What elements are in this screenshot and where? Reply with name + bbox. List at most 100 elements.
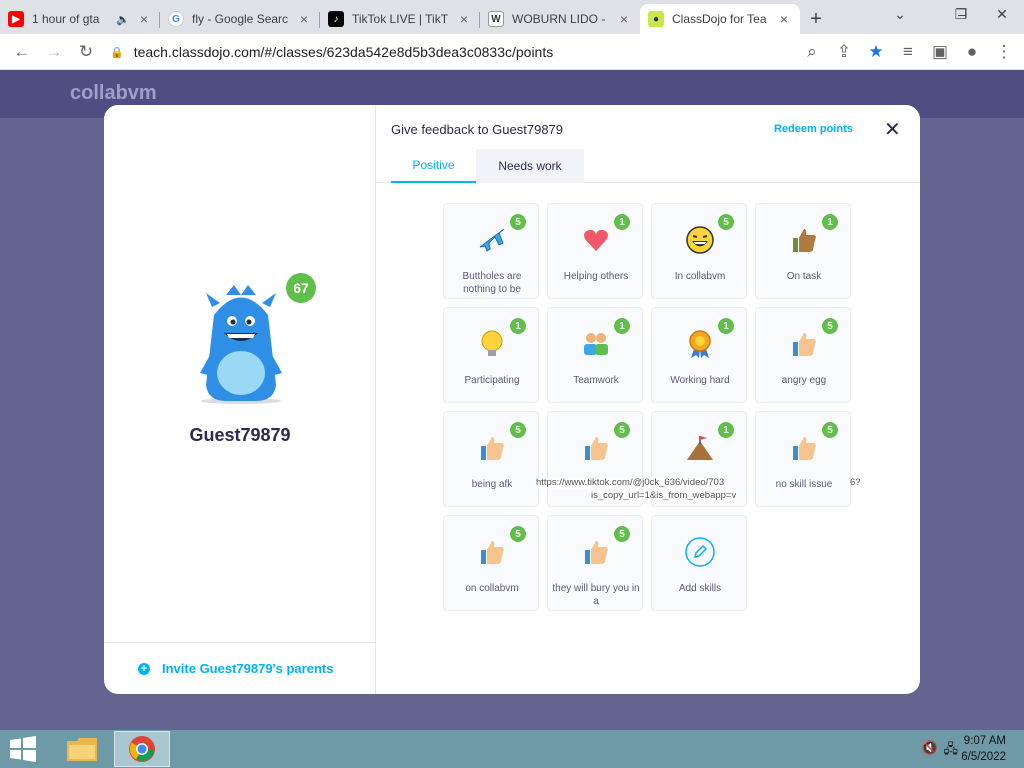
mountain-flag-icon xyxy=(684,432,716,464)
restore-icon[interactable]: ❐ xyxy=(946,0,976,28)
skill-tile[interactable]: 5 they will bury you in a xyxy=(547,515,643,611)
close-icon[interactable]: × xyxy=(776,11,792,27)
skill-label: Participating xyxy=(464,375,520,386)
browser-tab-1[interactable]: G fly - Google Searc × xyxy=(160,4,320,34)
pencil-icon xyxy=(684,536,716,568)
skill-points-badge: 5 xyxy=(612,524,632,544)
forward-icon[interactable]: → xyxy=(38,36,70,68)
side-panel-icon[interactable]: ▣ xyxy=(924,36,956,68)
close-icon[interactable]: × xyxy=(296,11,312,27)
skill-label: In collabvm xyxy=(674,271,726,282)
redeem-points-link[interactable]: Redeem points xyxy=(774,123,853,135)
tab-title: TikTok LIVE | TikT xyxy=(352,12,449,26)
thumbs-up-icon xyxy=(788,224,820,256)
browser-tab-0[interactable]: ▶ 1 hour of gta 🔈 × xyxy=(0,4,160,34)
skill-points-badge: 5 xyxy=(820,316,840,336)
skill-tile[interactable]: 1 Helping others xyxy=(547,203,643,299)
tab-title: ClassDojo for Tea xyxy=(672,12,767,26)
tab-title: WOBURN LIDO - xyxy=(512,12,606,26)
skill-label: angry egg xyxy=(781,375,827,386)
tab-strip: ▶ 1 hour of gta 🔈 × G fly - Google Searc… xyxy=(0,0,1024,34)
tiktok-icon: ♪ xyxy=(328,11,344,27)
airplane-icon xyxy=(476,224,508,256)
browser-tab-4[interactable]: ● ClassDojo for Tea × xyxy=(640,4,800,34)
close-icon[interactable]: × xyxy=(456,11,472,27)
tab-positive[interactable]: Positive xyxy=(391,149,476,183)
profile-icon[interactable]: ● xyxy=(956,36,988,68)
lock-icon: 🔒 xyxy=(110,46,124,59)
chrome-icon[interactable] xyxy=(114,731,170,767)
tab-title: 1 hour of gta xyxy=(32,12,100,26)
share-icon[interactable]: ⇪ xyxy=(828,36,860,68)
skill-points-badge: 1 xyxy=(612,316,632,336)
skill-points-badge: 5 xyxy=(508,524,528,544)
close-icon[interactable]: × xyxy=(136,11,152,27)
monster-avatar xyxy=(196,285,286,405)
system-clock[interactable]: 9:07 AM 6/5/2022 xyxy=(961,733,1006,765)
clock-date: 6/5/2022 xyxy=(961,751,1006,763)
skill-points-badge: 1 xyxy=(508,316,528,336)
skill-label-overflow: https://www.tiktok.com/@j0ck_636/video/7… xyxy=(536,477,725,489)
heart-icon xyxy=(580,224,612,256)
medal-icon xyxy=(684,328,716,360)
skill-points-badge: 5 xyxy=(716,212,736,232)
student-points-badge: 67 xyxy=(286,273,316,303)
skill-tile[interactable]: 5 In collabvm xyxy=(651,203,747,299)
app-logo: collabvm xyxy=(70,82,157,104)
skill-label: being afk xyxy=(471,479,513,490)
reload-icon[interactable]: ↻ xyxy=(70,36,102,68)
student-name: Guest79879 xyxy=(189,425,291,445)
woburn-icon: W xyxy=(488,11,504,27)
file-explorer-icon[interactable] xyxy=(54,731,110,767)
add-skills-tile[interactable]: Add skills xyxy=(651,515,747,611)
invite-parents-link[interactable]: + Invite Guest79879's parents xyxy=(104,642,376,694)
skill-points-badge: 5 xyxy=(508,420,528,440)
skill-label: they will bury you in a xyxy=(552,583,640,607)
skill-tile[interactable]: 5 angry egg xyxy=(755,307,851,403)
back-icon[interactable]: ← xyxy=(6,36,38,68)
close-icon[interactable]: ✕ xyxy=(884,117,901,142)
skill-tile[interactable]: 5 on collabvm xyxy=(443,515,539,611)
bookmark-star-icon[interactable]: ★ xyxy=(860,36,892,68)
skill-label: On task xyxy=(786,271,822,282)
skill-label: Add skills xyxy=(678,583,722,594)
close-icon[interactable]: × xyxy=(616,11,632,27)
media-icon[interactable]: ≡ xyxy=(892,36,924,68)
skill-points-badge: 5 xyxy=(612,420,632,440)
skill-label: on collabvm xyxy=(465,583,519,594)
windows-start-icon[interactable] xyxy=(8,736,42,762)
skill-tile[interactable]: 5 Buttholes are nothing to be xyxy=(443,203,539,299)
tab-title: fly - Google Searc xyxy=(192,12,289,26)
skill-points-badge: 5 xyxy=(508,212,528,232)
volume-muted-icon[interactable]: 🔇 xyxy=(922,740,938,756)
menu-icon[interactable]: ⋮ xyxy=(988,36,1020,68)
clock-time: 9:07 AM xyxy=(963,735,1006,747)
windows-taskbar: 🔇 🖧 9:07 AM 6/5/2022 xyxy=(0,730,1024,768)
tab-search-icon[interactable]: ⌄ xyxy=(882,0,918,28)
skill-tile[interactable]: 1 On task xyxy=(755,203,851,299)
new-tab-button[interactable]: + xyxy=(800,4,832,34)
student-panel: 67 Guest79879 + Invite Guest79879's pare… xyxy=(104,105,376,694)
skill-tile[interactable]: 1 Participating xyxy=(443,307,539,403)
close-window-icon[interactable]: ✕ xyxy=(984,0,1020,28)
feedback-tabs: Positive Needs work xyxy=(376,149,920,183)
browser-tab-2[interactable]: ♪ TikTok LIVE | TikT × xyxy=(320,4,480,34)
zoom-icon[interactable]: ⌕ xyxy=(796,36,828,68)
skill-tile[interactable]: 5 no skill issue xyxy=(755,411,851,507)
thumbs-up-icon xyxy=(580,432,612,464)
skill-points-badge: 1 xyxy=(820,212,840,232)
feedback-panel: Give feedback to Guest79879 Redeem point… xyxy=(376,105,920,694)
skill-tile[interactable]: 1 Teamwork xyxy=(547,307,643,403)
skill-label: Buttholes are nothing to be xyxy=(462,271,522,295)
skill-label: Working hard xyxy=(670,375,730,386)
skill-tile[interactable]: 5 being afk xyxy=(443,411,539,507)
network-icon[interactable]: 🖧 xyxy=(944,740,959,762)
youtube-icon: ▶ xyxy=(8,11,24,27)
skill-label: Helping others xyxy=(563,271,629,282)
address-bar[interactable]: 🔒 teach.classdojo.com/#/classes/623da542… xyxy=(110,38,890,66)
skill-tile[interactable]: 1 Working hard xyxy=(651,307,747,403)
speaker-muted-icon[interactable]: 🔈 xyxy=(116,13,130,26)
classdojo-icon: ● xyxy=(648,11,664,27)
tab-needs-work[interactable]: Needs work xyxy=(476,149,584,183)
browser-tab-3[interactable]: W WOBURN LIDO - × xyxy=(480,4,640,34)
